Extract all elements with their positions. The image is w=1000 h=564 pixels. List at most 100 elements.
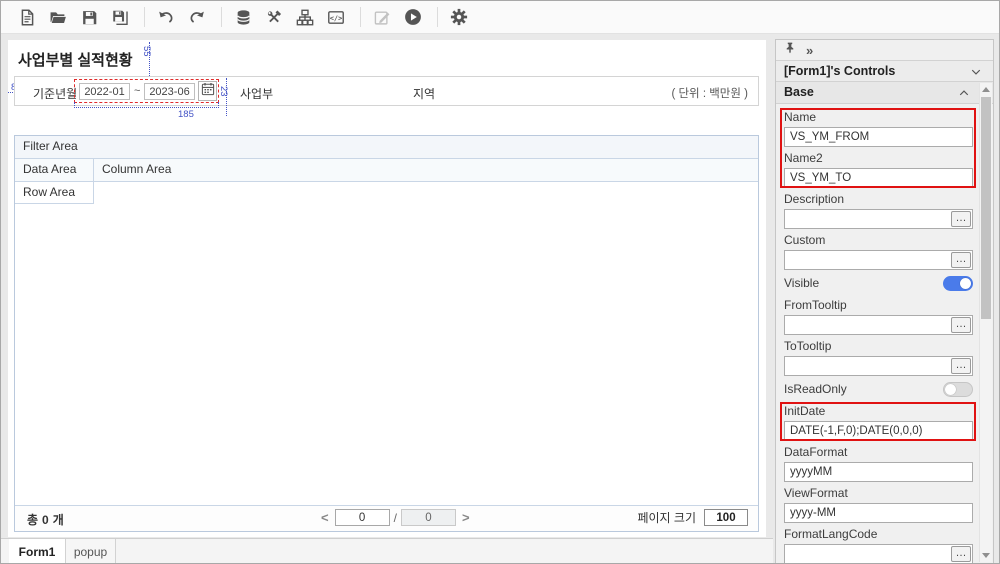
tab-popup[interactable]: popup	[66, 539, 116, 564]
new-file-button[interactable]	[13, 4, 41, 30]
period-label: 기준년월	[33, 85, 77, 102]
save-all-button[interactable]	[106, 4, 134, 30]
ellipsis-button[interactable]: …	[951, 252, 971, 268]
prop-input-formatlangcode[interactable]	[784, 544, 973, 563]
annotation-box-names: Name Name2	[784, 110, 973, 188]
prop-label-dataformat: DataFormat	[784, 445, 973, 459]
toolbar-separator	[221, 7, 222, 27]
date-from-input[interactable]	[79, 83, 130, 100]
page-title: 사업부별 실적현황	[18, 49, 133, 70]
prop-label-description: Description	[784, 192, 973, 206]
save-button[interactable]	[75, 4, 103, 30]
page-size-input[interactable]	[704, 509, 748, 526]
prop-field-isreadonly: IsReadOnly	[784, 378, 973, 400]
settings-button[interactable]	[445, 4, 473, 30]
panel-top-strip: »	[776, 40, 993, 60]
prop-input-dataformat[interactable]	[784, 462, 973, 482]
prop-input-fromtooltip[interactable]	[784, 315, 973, 335]
calendar-button[interactable]	[198, 81, 217, 101]
total-label: 총	[27, 513, 38, 527]
guide-width-bracket	[74, 102, 219, 108]
pivot-data-area[interactable]: Data Area	[15, 159, 94, 181]
guide-line-vertical	[226, 78, 227, 116]
main-toolbar: </>	[1, 1, 999, 34]
prop-label-isreadonly: IsReadOnly	[784, 382, 847, 396]
total-pages-input	[401, 509, 456, 526]
prev-page-button[interactable]: <	[315, 510, 335, 525]
edit-button[interactable]	[368, 4, 396, 30]
ellipsis-button[interactable]: …	[951, 317, 971, 333]
isreadonly-toggle[interactable]	[943, 382, 973, 397]
run-button[interactable]	[399, 4, 427, 30]
collapse-panel-icon[interactable]: »	[806, 44, 813, 57]
scroll-down-icon[interactable]	[980, 549, 992, 562]
design-canvas: 사업부별 실적현황 55 88 기준년월 ~ 185 23 사업부 지역 ( 단…	[8, 40, 766, 537]
tools-button[interactable]	[260, 4, 288, 30]
tab-form1[interactable]: Form1	[9, 539, 66, 564]
prop-label-initdate: InitDate	[784, 404, 973, 418]
date-to-input[interactable]	[144, 83, 195, 100]
prop-field-initdate: InitDate	[784, 404, 973, 441]
open-folder-button[interactable]	[44, 4, 72, 30]
prop-input-totooltip[interactable]	[784, 356, 973, 376]
guide-label-23: 23	[218, 86, 229, 97]
sitemap-icon	[296, 9, 314, 26]
database-button[interactable]	[229, 4, 257, 30]
pin-icon[interactable]	[784, 41, 796, 59]
current-page-input[interactable]	[335, 509, 390, 526]
pivot-column-area[interactable]: Column Area	[94, 159, 758, 181]
undo-icon	[157, 9, 175, 25]
open-folder-icon	[49, 9, 67, 26]
properties-panel: » [Form1]'s Controls Base Name Name2	[775, 39, 994, 564]
pager: < / >	[315, 509, 476, 526]
save-all-icon	[111, 9, 129, 26]
new-file-icon	[19, 9, 36, 26]
toggle-knob	[960, 278, 971, 289]
pivot-header-row: Data Area Column Area	[15, 159, 758, 182]
ellipsis-button[interactable]: …	[951, 211, 971, 227]
pivot-filter-area[interactable]: Filter Area	[15, 136, 758, 159]
pivot-row-area[interactable]: Row Area	[15, 182, 94, 204]
prop-field-totooltip: ToTooltip …	[784, 339, 973, 376]
prop-input-initdate[interactable]	[784, 421, 973, 441]
prop-input-viewformat[interactable]	[784, 503, 973, 523]
annotation-box-initdate: InitDate	[784, 404, 973, 441]
unit-note: ( 단위 : 백만원 )	[633, 85, 748, 101]
panel-scrollbar[interactable]	[979, 83, 992, 562]
prop-label-visible: Visible	[784, 276, 819, 290]
visible-toggle[interactable]	[943, 276, 973, 291]
next-page-button[interactable]: >	[456, 510, 476, 525]
code-button[interactable]: </>	[322, 4, 350, 30]
base-section-header[interactable]: Base	[776, 82, 993, 104]
base-header-label: Base	[784, 85, 814, 99]
undo-button[interactable]	[152, 4, 180, 30]
tools-icon	[265, 9, 283, 26]
prop-label-fromtooltip: FromTooltip	[784, 298, 973, 312]
chevron-down-icon	[969, 66, 983, 78]
prop-field-viewformat: ViewFormat	[784, 486, 973, 523]
redo-button[interactable]	[183, 4, 211, 30]
prop-field-fromtooltip: FromTooltip …	[784, 298, 973, 335]
scroll-up-icon[interactable]	[980, 83, 992, 96]
prop-field-dataformat: DataFormat	[784, 445, 973, 482]
prop-input-description[interactable]	[784, 209, 973, 229]
prop-input-name[interactable]	[784, 127, 973, 147]
prop-field-formatlangcode: FormatLangCode …	[784, 527, 973, 563]
prop-input-name2[interactable]	[784, 168, 973, 188]
controls-header[interactable]: [Form1]'s Controls	[776, 60, 993, 82]
scrollbar-thumb[interactable]	[981, 97, 991, 319]
total-value: 0	[42, 513, 49, 527]
prop-field-name2: Name2	[784, 151, 973, 188]
division-label: 사업부	[240, 85, 273, 102]
prop-input-custom[interactable]	[784, 250, 973, 270]
prop-label-viewformat: ViewFormat	[784, 486, 973, 500]
region-label: 지역	[413, 85, 435, 102]
toggle-knob	[945, 384, 956, 395]
ellipsis-button[interactable]: …	[951, 546, 971, 562]
sitemap-button[interactable]	[291, 4, 319, 30]
prop-label-totooltip: ToTooltip	[784, 339, 973, 353]
prop-label-name2: Name2	[784, 151, 973, 165]
page-divider: /	[390, 511, 401, 525]
grid-footer: 총0개 < / > 페이지 크기	[15, 505, 758, 531]
ellipsis-button[interactable]: …	[951, 358, 971, 374]
